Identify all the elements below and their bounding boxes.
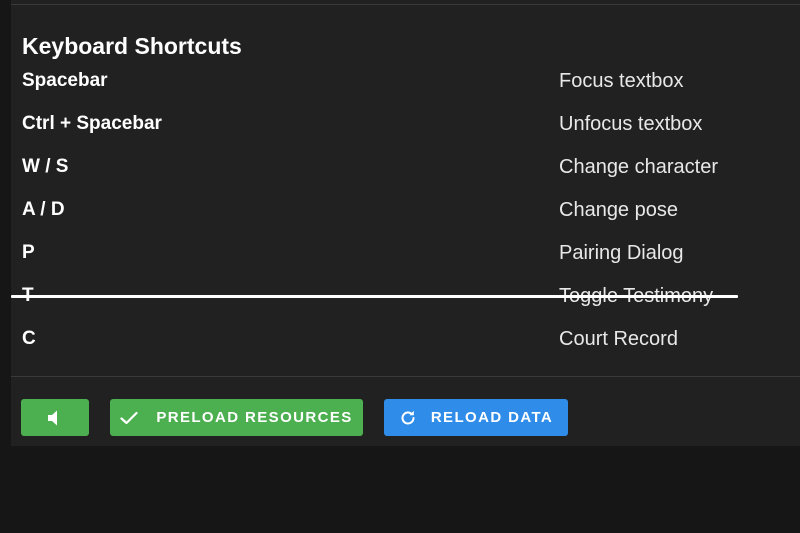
preload-resources-button[interactable]: PRELOAD RESOURCES [110, 399, 363, 436]
reload-data-button[interactable]: RELOAD DATA [384, 399, 568, 436]
shortcut-list: Spacebar Focus textbox Ctrl + Spacebar U… [11, 59, 800, 360]
shortcut-key: A / D [22, 199, 65, 220]
shortcut-row: Spacebar Focus textbox [11, 59, 800, 102]
sound-toggle-button[interactable] [21, 399, 89, 436]
shortcut-row: C Court Record [11, 317, 800, 360]
shortcut-key: Spacebar [22, 70, 108, 91]
shortcut-row: A / D Change pose [11, 188, 800, 231]
bottom-divider [11, 376, 800, 377]
shortcut-key: C [22, 328, 36, 349]
refresh-icon [399, 409, 417, 427]
shortcut-action: Pairing Dialog [559, 242, 684, 264]
shortcut-action: Change character [559, 156, 718, 178]
shortcut-action: Unfocus textbox [559, 113, 703, 135]
shortcut-action: Court Record [559, 328, 678, 350]
shortcut-row: Ctrl + Spacebar Unfocus textbox [11, 102, 800, 145]
shortcut-key: P [22, 242, 35, 263]
shortcut-key: Ctrl + Spacebar [22, 113, 162, 134]
volume-icon [46, 409, 64, 427]
shortcut-action: Focus textbox [559, 70, 684, 92]
shortcuts-panel: Keyboard Shortcuts Spacebar Focus textbo… [11, 0, 800, 446]
shortcut-row: P Pairing Dialog [11, 231, 800, 274]
shortcut-key: W / S [22, 156, 69, 177]
top-divider [11, 4, 800, 5]
check-icon [120, 411, 138, 425]
shortcut-row: W / S Change character [11, 145, 800, 188]
panel-title: Keyboard Shortcuts [22, 33, 242, 59]
reload-data-label: RELOAD DATA [430, 409, 554, 426]
strikethrough-line [11, 295, 738, 298]
preload-resources-label: PRELOAD RESOURCES [156, 409, 353, 426]
shortcut-action: Change pose [559, 199, 678, 221]
